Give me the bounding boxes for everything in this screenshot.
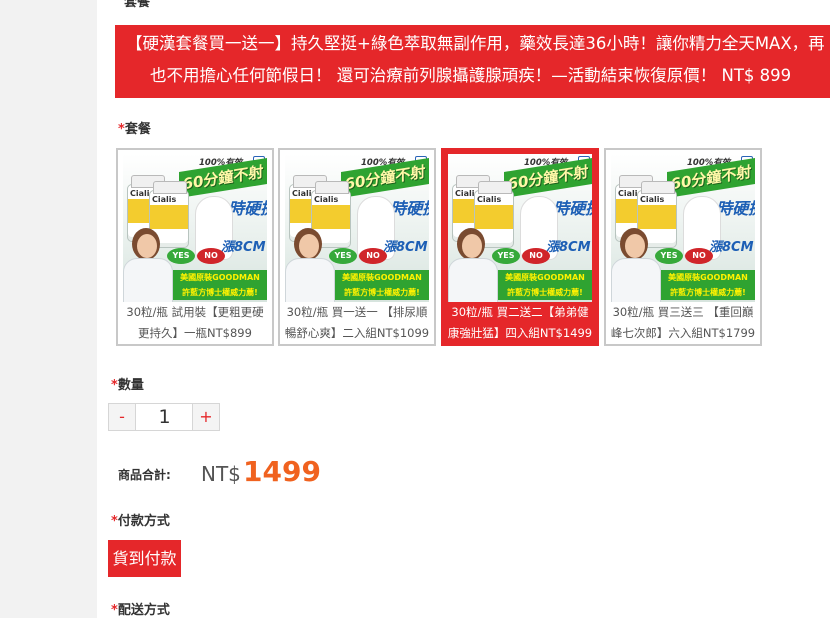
thumb-bottom-banner: 美國原裝GOODMAN 許藍方博士權威力薦! [173, 270, 267, 300]
section-label-package-top: 套餐 [124, 0, 151, 10]
thumb-banner-line-1: 美國原裝GOODMAN [180, 273, 260, 282]
promo-line-2: 也不用擔心任何節假日！ 還可治療前列腺攝護腺頑疾！—活動結束恢復原價！ NT$ … [150, 66, 792, 85]
no-button-graphic: NO [685, 248, 713, 264]
thumb-headline: 60分鐘不射 [179, 158, 267, 198]
no-button-graphic: NO [197, 248, 225, 264]
shipping-label: *配送方式 [111, 599, 170, 618]
doctor-coat [611, 258, 661, 302]
thumb-bottom-banner: 美國原裝GOODMAN 許藍方博士權威力薦! [498, 270, 592, 300]
quantity-input[interactable] [136, 404, 193, 430]
package-option-1[interactable]: 100%有效60分鐘不射2小時硬挺CialisCialis漲8CMYESNO美國… [116, 148, 274, 346]
yes-button-graphic: YES [655, 248, 683, 264]
doctor-face [462, 234, 482, 258]
package-label: *套餐 [118, 118, 151, 137]
package-label-text: 套餐 [124, 122, 151, 137]
package-option-2[interactable]: 100%有效60分鐘不射2小時硬挺CialisCialis漲8CMYESNO美國… [278, 148, 436, 346]
no-button-graphic: NO [359, 248, 387, 264]
package-option-4[interactable]: 100%有效60分鐘不射2小時硬挺CialisCialis漲8CMYESNO美國… [604, 148, 762, 346]
package-caption-line-2: 康強壯猛】四入組NT$1499 [447, 326, 593, 340]
doctor-coat [448, 258, 498, 302]
thumb-brand: Cialis [640, 195, 665, 204]
quantity-minus-button[interactable]: - [109, 404, 136, 430]
package-caption: 30粒/瓶 買二送二【弟弟健 康強壯猛】四入組NT$1499 [443, 302, 597, 344]
package-thumbnail: 100%有效60分鐘不射2小時硬挺CialisCialis漲8CMYESNO美國… [448, 154, 592, 302]
quantity-stepper: - + [108, 403, 220, 431]
no-button-graphic: NO [522, 248, 550, 264]
required-mark: * [118, 122, 125, 137]
doctor-coat [123, 258, 173, 302]
thumb-banner-line-2: 許藍方博士權威力薦! [182, 288, 258, 297]
thumb-headline: 60分鐘不射 [667, 158, 755, 198]
left-gutter [0, 0, 97, 618]
thumb-banner-line-2: 許藍方博士權威力薦! [344, 288, 420, 297]
thumb-banner-line-2: 許藍方博士權威力薦! [670, 288, 746, 297]
thumb-banner-line-1: 美國原裝GOODMAN [505, 273, 585, 282]
package-caption: 30粒/瓶 買一送一 【排尿順 暢舒心爽】二入組NT$1099 [280, 302, 434, 344]
yes-button-graphic: YES [167, 248, 195, 264]
package-caption-line-1: 30粒/瓶 買三送三 【重回巔 [612, 305, 754, 319]
thumb-bottom-banner: 美國原裝GOODMAN 許藍方博士權威力薦! [335, 270, 429, 300]
quantity-label: *數量 [111, 374, 144, 393]
thumb-brand: Cialis [477, 195, 502, 204]
shipping-label-text: 配送方式 [117, 603, 170, 618]
package-caption-line-1: 30粒/瓶 買一送一 【排尿順 [286, 305, 428, 319]
doctor-face [299, 234, 319, 258]
thumb-bottom-banner: 美國原裝GOODMAN 許藍方博士權威力薦! [661, 270, 755, 300]
required-mark: * [111, 603, 118, 618]
doctor-coat [285, 258, 335, 302]
thumb-banner-line-1: 美國原裝GOODMAN [668, 273, 748, 282]
required-mark: * [111, 378, 118, 393]
package-caption-line-2: 峰七次郎】六入組NT$1799 [610, 326, 756, 340]
thumb-headline: 60分鐘不射 [341, 158, 429, 198]
promo-line-1: 【硬漢套餐買一送一】持久堅挺+綠色萃取無副作用，藥效長達36小時！讓你精力全天M… [126, 34, 825, 53]
thumb-brand: Cialis [314, 195, 339, 204]
quantity-label-text: 數量 [117, 378, 144, 393]
promo-banner: 【硬漢套餐買一送一】持久堅挺+綠色萃取無副作用，藥效長達36小時！讓你精力全天M… [115, 25, 830, 98]
yes-button-graphic: YES [329, 248, 357, 264]
thumb-cm-text: 漲8CM [709, 240, 754, 255]
package-caption: 30粒/瓶 試用裝【更粗更硬 更持久】一瓶NT$899 [118, 302, 272, 344]
thumb-banner-line-2: 許藍方博士權威力薦! [507, 288, 583, 297]
thumb-cm-text: 漲8CM [383, 240, 428, 255]
thumb-banner-line-1: 美國原裝GOODMAN [342, 273, 422, 282]
package-thumbnail: 100%有效60分鐘不射2小時硬挺CialisCialis漲8CMYESNO美國… [611, 154, 755, 302]
package-caption: 30粒/瓶 買三送三 【重回巔 峰七次郎】六入組NT$1799 [606, 302, 760, 344]
thumb-cm-text: 漲8CM [546, 240, 591, 255]
package-caption-line-2: 暢舒心爽】二入組NT$1099 [284, 326, 430, 340]
package-caption-line-1: 30粒/瓶 買二送二【弟弟健 [451, 305, 589, 319]
subtotal-label: 商品合計: [118, 468, 171, 482]
package-thumbnail: 100%有效60分鐘不射2小時硬挺CialisCialis漲8CMYESNO美國… [285, 154, 429, 302]
doctor-face [625, 234, 645, 258]
payment-label: *付款方式 [111, 510, 170, 529]
package-option-3[interactable]: 100%有效60分鐘不射2小時硬挺CialisCialis漲8CMYESNO美國… [441, 148, 599, 346]
thumb-brand: Cialis [152, 195, 177, 204]
doctor-face [137, 234, 157, 258]
payment-label-text: 付款方式 [117, 514, 170, 529]
thumb-headline: 60分鐘不射 [504, 158, 592, 198]
payment-option-cod-button[interactable]: 貨到付款 [108, 540, 181, 577]
yes-button-graphic: YES [492, 248, 520, 264]
package-caption-line-1: 30粒/瓶 試用裝【更粗更硬 [126, 305, 264, 319]
subtotal-currency: NT$ [201, 462, 241, 486]
package-caption-line-2: 更持久】一瓶NT$899 [138, 326, 252, 340]
package-thumbnail: 100%有效60分鐘不射2小時硬挺CialisCialis漲8CMYESNO美國… [123, 154, 267, 302]
thumb-cm-text: 漲8CM [221, 240, 266, 255]
quantity-plus-button[interactable]: + [192, 404, 219, 430]
required-mark: * [111, 514, 118, 529]
subtotal-amount: 1499 [243, 455, 321, 488]
